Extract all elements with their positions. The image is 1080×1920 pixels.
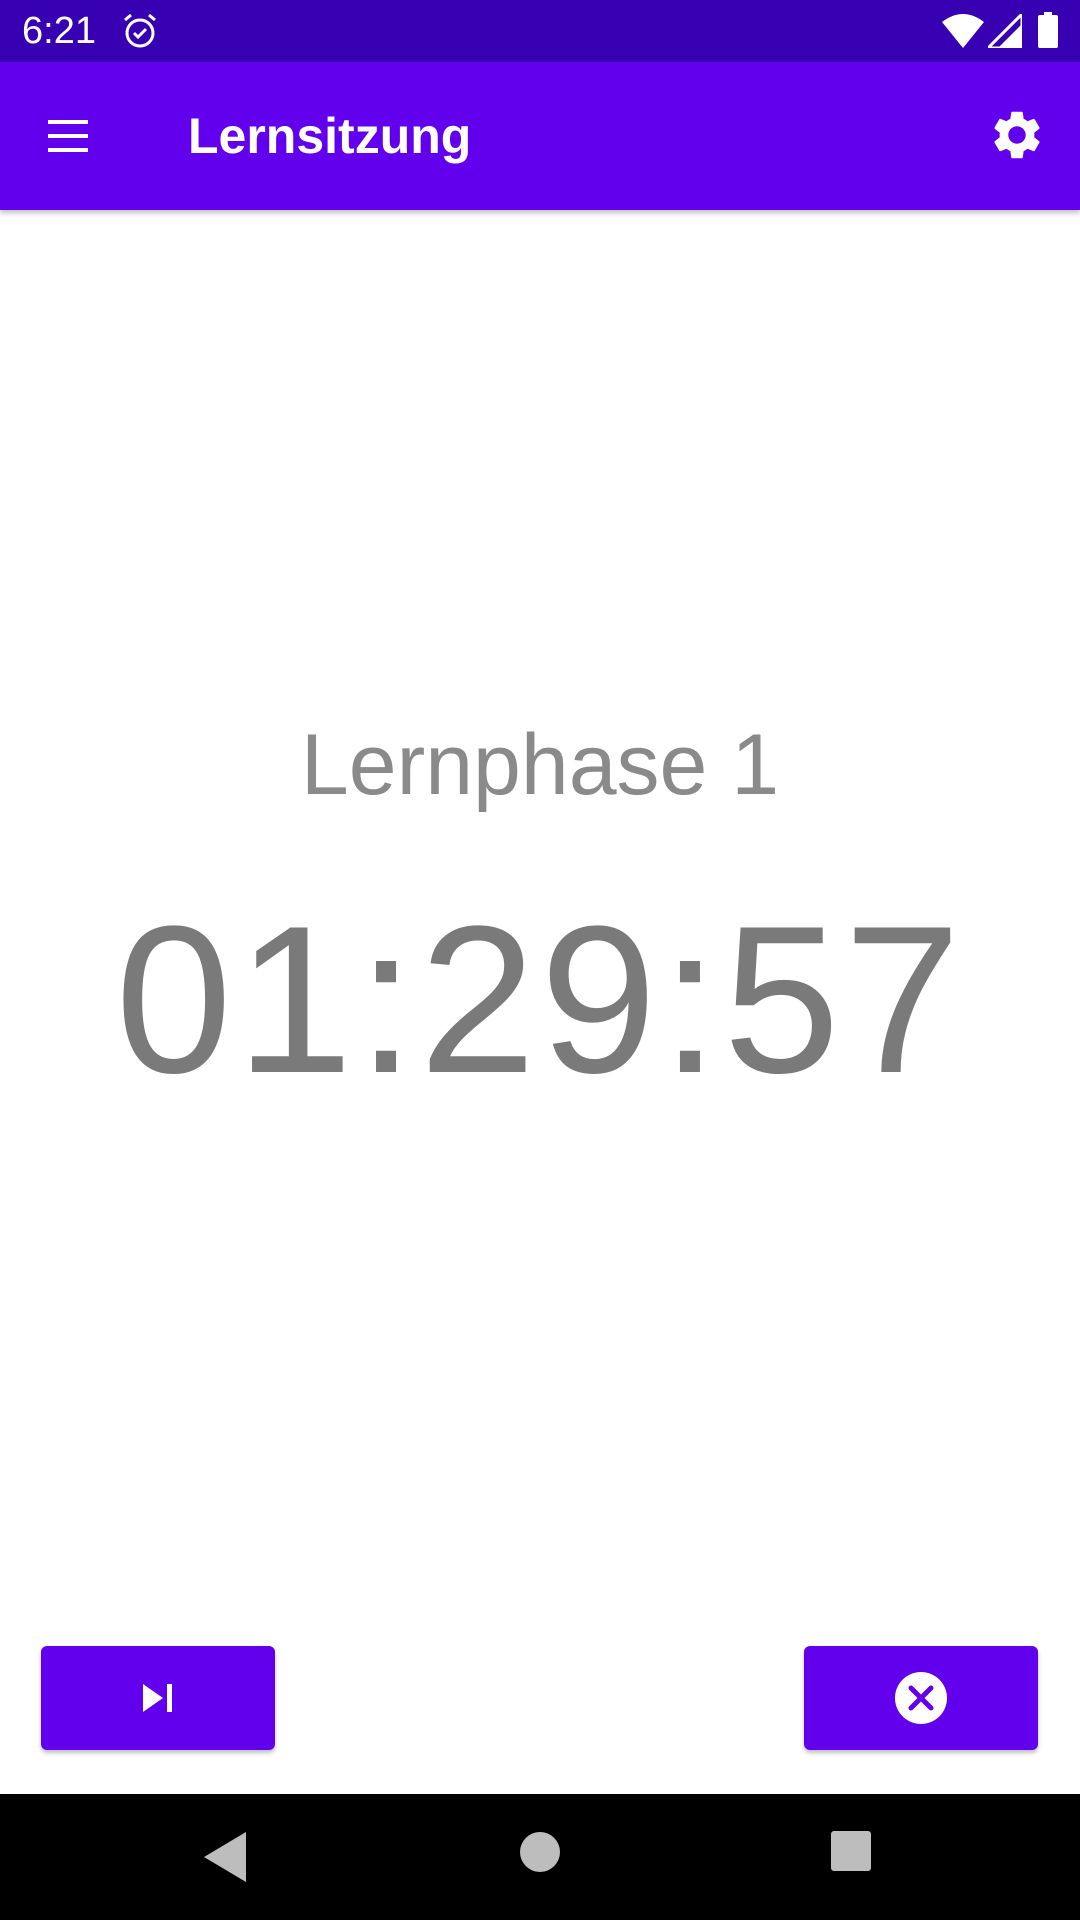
wifi-icon xyxy=(942,14,984,48)
home-icon[interactable] xyxy=(519,1831,561,1873)
close-circle-icon xyxy=(895,1672,947,1724)
skip-button[interactable] xyxy=(41,1646,275,1750)
menu-icon[interactable] xyxy=(40,108,96,164)
app-bar: Lernsitzung xyxy=(0,62,1080,210)
battery-icon xyxy=(1038,12,1058,48)
cancel-button[interactable] xyxy=(804,1646,1038,1750)
gear-icon[interactable] xyxy=(988,106,1046,164)
alarm-icon xyxy=(124,13,156,48)
page-title: Lernsitzung xyxy=(188,108,472,164)
signal-icon xyxy=(988,14,1022,48)
navigation-bar xyxy=(0,1794,1080,1920)
back-icon[interactable] xyxy=(200,1830,250,1884)
countdown-timer: 01:29:57 xyxy=(115,882,965,1117)
status-bar: 6:21 xyxy=(0,0,1080,62)
phase-label: Lernphase 1 xyxy=(300,717,780,813)
skip-next-icon xyxy=(143,1684,172,1712)
recents-icon[interactable] xyxy=(830,1830,872,1872)
status-time: 6:21 xyxy=(22,10,96,52)
